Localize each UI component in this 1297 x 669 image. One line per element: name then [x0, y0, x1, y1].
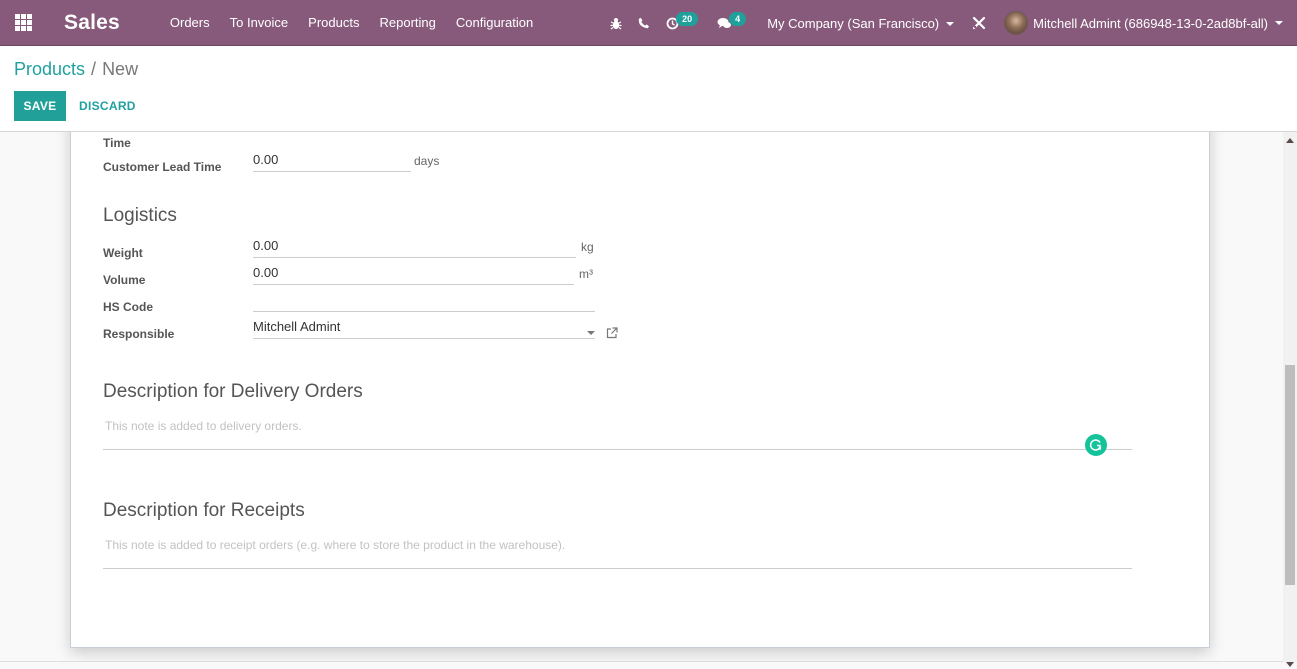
- activity-count-badge: 20: [676, 12, 699, 26]
- scroll-up-arrow-icon[interactable]: [1286, 138, 1294, 143]
- tools-icon[interactable]: [964, 0, 994, 46]
- receipt-description-title: Description for Receipts: [103, 500, 305, 521]
- grammarly-icon[interactable]: [1085, 434, 1107, 456]
- customer-lead-time-input[interactable]: 0.00: [253, 150, 411, 172]
- menu-item-reporting[interactable]: Reporting: [369, 0, 445, 46]
- responsible-label: Responsible: [103, 327, 175, 341]
- menu-item-to-invoice[interactable]: To Invoice: [220, 0, 299, 46]
- menu-item-orders[interactable]: Orders: [160, 0, 220, 46]
- menu-item-configuration[interactable]: Configuration: [446, 0, 543, 46]
- dropdown-caret-icon[interactable]: [587, 331, 595, 335]
- main-menu: Orders To Invoice Products Reporting Con…: [160, 0, 543, 46]
- caret-down-icon: [1275, 21, 1283, 25]
- volume-unit: m³: [579, 267, 593, 281]
- volume-label: Volume: [103, 273, 146, 287]
- user-name: Mitchell Admint (686948-13-0-2ad8bf-all): [1033, 15, 1268, 31]
- company-name: My Company (San Francisco): [767, 15, 940, 31]
- activity-icon[interactable]: 20: [658, 0, 709, 46]
- save-button[interactable]: SAVE: [14, 91, 66, 121]
- delivery-description-input[interactable]: This note is added to delivery orders.: [103, 419, 1132, 450]
- vertical-scrollbar[interactable]: [1283, 132, 1297, 667]
- user-menu[interactable]: Mitchell Admint (686948-13-0-2ad8bf-all): [994, 11, 1297, 35]
- weight-label: Weight: [103, 246, 143, 260]
- logistics-title: Logistics: [103, 205, 177, 226]
- app-name: Sales: [64, 10, 120, 34]
- breadcrumb-separator: /: [91, 59, 97, 79]
- systray: 20 4 My Company (San Francisco) Mitchell…: [602, 0, 1297, 46]
- partial-field-label: Time: [103, 136, 131, 150]
- weight-unit: kg: [581, 240, 594, 254]
- customer-lead-time-unit: days: [414, 154, 440, 168]
- volume-input[interactable]: 0.00: [253, 263, 574, 285]
- receipt-description-placeholder: This note is added to receipt orders (e.…: [105, 538, 566, 552]
- hs-code-input[interactable]: [253, 290, 595, 312]
- scroll-down-arrow-icon[interactable]: [1286, 662, 1294, 667]
- user-avatar: [1004, 11, 1029, 35]
- breadcrumb-current: New: [102, 59, 139, 79]
- company-switcher[interactable]: My Company (San Francisco): [757, 16, 964, 31]
- delivery-description-placeholder: This note is added to delivery orders.: [105, 419, 302, 433]
- phone-icon[interactable]: [630, 0, 658, 46]
- delivery-description-title: Description for Delivery Orders: [103, 381, 363, 402]
- control-panel: Products / New SAVE DISCARD: [0, 46, 1297, 132]
- scrollbar-thumb[interactable]: [1285, 365, 1295, 585]
- caret-down-icon: [946, 22, 955, 27]
- form-sheet: Time Customer Lead Time 0.00 days Logist…: [70, 132, 1210, 648]
- apps-menu-icon[interactable]: [0, 0, 46, 46]
- menu-item-products[interactable]: Products: [298, 0, 369, 46]
- external-link-icon[interactable]: [606, 327, 618, 339]
- messages-icon[interactable]: 4: [709, 0, 757, 46]
- top-navbar: Sales Orders To Invoice Products Reporti…: [0, 0, 1297, 46]
- weight-input[interactable]: 0.00: [253, 236, 576, 258]
- hs-code-label: HS Code: [103, 300, 154, 314]
- responsible-select[interactable]: Mitchell Admint: [253, 317, 595, 339]
- messages-count-badge: 4: [729, 12, 747, 26]
- breadcrumb-products-link[interactable]: Products: [14, 59, 85, 79]
- form-view: Time Customer Lead Time 0.00 days Logist…: [0, 132, 1283, 662]
- customer-lead-time-label: Customer Lead Time: [103, 160, 222, 174]
- discard-button[interactable]: DISCARD: [72, 91, 143, 121]
- debug-icon[interactable]: [602, 0, 630, 46]
- bottom-divider: [0, 661, 1283, 662]
- receipt-description-input[interactable]: This note is added to receipt orders (e.…: [103, 538, 1132, 569]
- breadcrumb: Products / New: [14, 59, 138, 80]
